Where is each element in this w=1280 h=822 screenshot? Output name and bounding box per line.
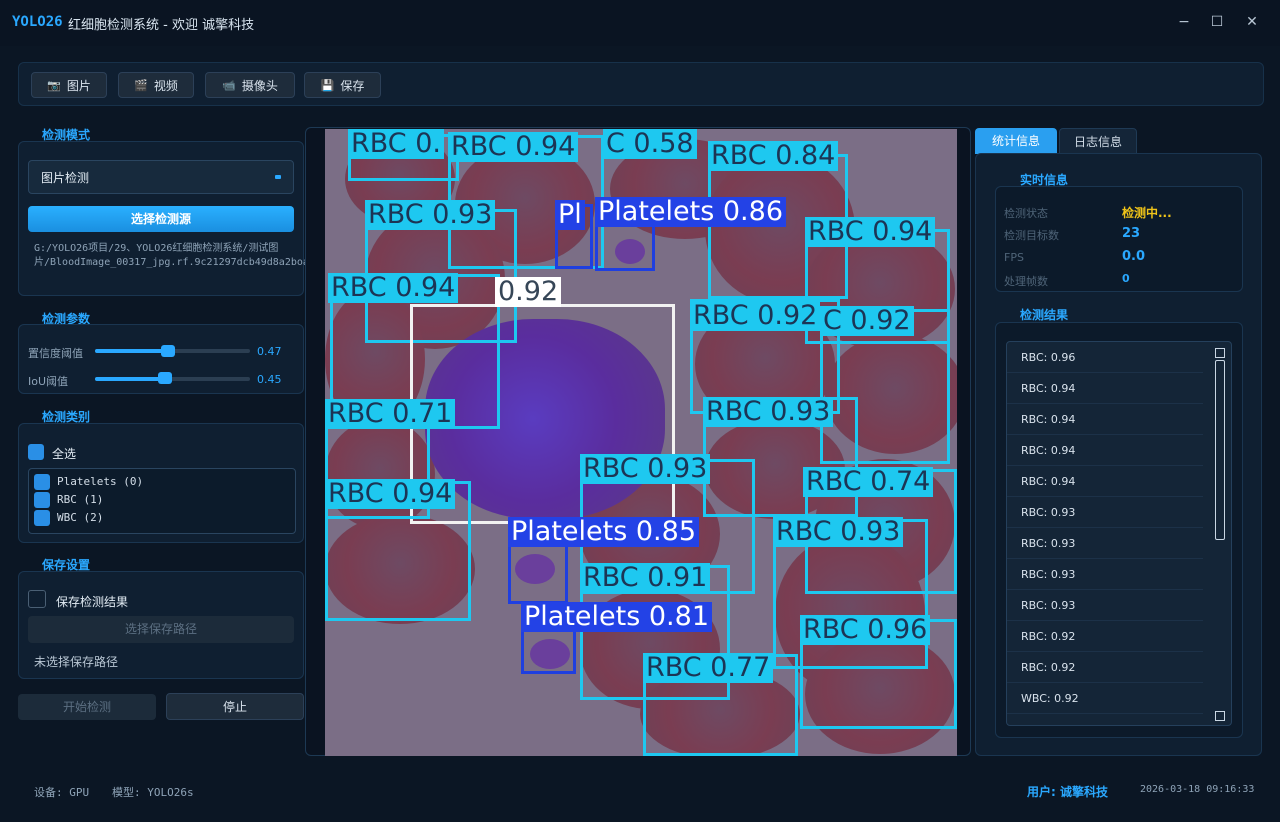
class-label-platelets: Platelets (0) [57, 475, 144, 488]
select-all-label: 全选 [52, 447, 77, 461]
detection-label: RBC 0.94 [805, 217, 936, 247]
window-title: 红细胞检测系统 - 欢迎 诚擎科技 [68, 18, 255, 33]
start-detect-button[interactable]: 开始检测 [18, 694, 156, 720]
detection-label: RBC 0.92 [690, 301, 821, 331]
list-item[interactable]: RBC: 0.94 [1007, 466, 1203, 497]
iou-value: 0.45 [257, 373, 282, 386]
class-checkbox-platelets[interactable] [34, 474, 50, 490]
film-icon: 🎬 [134, 78, 148, 92]
detection-label: RBC 0.71 [325, 399, 456, 429]
save-path-status: 未选择保存路径 [34, 655, 119, 669]
conf-slider-fill [95, 349, 168, 353]
detection-label: RBC 0.93 [773, 517, 904, 547]
user-info: 用户: 诚擎科技 [1027, 785, 1108, 799]
video-button-label: 视频 [153, 78, 178, 93]
results-title: 检测结果 [1020, 308, 1069, 322]
iou-slider-handle[interactable] [158, 372, 172, 384]
detection-label: 0.92 [495, 277, 562, 307]
detection-image: RBC 0. RBC 0.94 C 0.58 RBC 0.84 RBC 0.93… [325, 129, 957, 756]
list-item[interactable]: RBC: 0.94 [1007, 373, 1203, 404]
detect-mode-value: 图片检测 [41, 170, 90, 185]
detect-mode-select[interactable]: 图片检测 [28, 160, 294, 194]
class-label-wbc: WBC (2) [57, 511, 104, 524]
camera-button-label: 摄像头 [241, 78, 278, 93]
app-brand: YOLO26 [12, 14, 63, 30]
stop-button[interactable]: 停止 [166, 693, 304, 720]
detection-label: RBC 0.74 [803, 467, 934, 497]
detection-label: RBC 0.94 [328, 273, 459, 303]
choose-save-path-button[interactable]: 选择保存路径 [28, 616, 294, 643]
list-item[interactable]: RBC: 0.93 [1007, 590, 1203, 621]
detection-label: RBC 0.96 [800, 615, 931, 645]
class-label-rbc: RBC (1) [57, 493, 104, 506]
image-button[interactable]: 📷 图片 [31, 72, 107, 98]
detection-label: C 0.92 [820, 306, 914, 336]
save-results-checkbox[interactable] [28, 590, 46, 608]
detection-label: RBC 0.94 [448, 132, 579, 162]
conf-value: 0.47 [257, 345, 282, 358]
tab-stats[interactable]: 统计信息 [975, 128, 1057, 154]
list-item[interactable]: RBC: 0.93 [1007, 559, 1203, 590]
image-button-label: 图片 [66, 78, 91, 93]
detection-label: Pl [555, 200, 585, 230]
detection-label: C 0.58 [603, 129, 697, 159]
model-info: 模型: YOLO26s [112, 786, 194, 799]
detection-label: RBC 0.93 [580, 454, 711, 484]
detection-label: RBC 0.93 [703, 397, 834, 427]
datetime: 2026-03-18 09:16:33 [1140, 784, 1255, 795]
list-item[interactable]: WBC: 0.92 [1007, 683, 1203, 714]
close-button[interactable]: ✕ [1240, 12, 1264, 32]
video-camera-icon: 📹 [222, 78, 236, 92]
count-value: 23 [1122, 226, 1141, 241]
detection-label: RBC 0.77 [643, 653, 774, 683]
source-path: G:/YOLO26项目/29、YOLO26红细胞检测系统/测试图片/BloodI… [34, 243, 412, 268]
floppy-icon: 💾 [320, 78, 335, 92]
status-label: 检测状态 [1004, 207, 1048, 220]
iou-slider-fill [95, 377, 165, 381]
detection-label: RBC 0.94 [325, 479, 456, 509]
conf-label: 置信度阈值 [28, 347, 83, 360]
save-results-label: 保存检测结果 [56, 595, 129, 609]
detection-label: RBC 0.93 [365, 200, 496, 230]
list-item[interactable]: RBC: 0.96 [1007, 342, 1203, 373]
fps-label: FPS [1004, 251, 1024, 264]
class-checkbox-rbc[interactable] [34, 492, 50, 508]
fps-value: 0.0 [1122, 249, 1146, 264]
list-item[interactable]: RBC: 0.94 [1007, 435, 1203, 466]
detection-label: RBC 0. [348, 129, 445, 159]
camera-button[interactable]: 📹 摄像头 [205, 72, 295, 98]
list-item[interactable]: RBC: 0.92 [1007, 652, 1203, 683]
scroll-down-button[interactable] [1215, 711, 1225, 721]
video-button[interactable]: 🎬 视频 [118, 72, 194, 98]
chevron-down-icon [275, 175, 281, 179]
minimize-button[interactable]: − [1172, 12, 1196, 32]
device-info: 设备: GPU [34, 786, 90, 799]
detection-label: Platelets 0.85 [508, 517, 699, 547]
save-button[interactable]: 💾 保存 [304, 72, 381, 98]
detection-label: Platelets 0.81 [521, 602, 712, 632]
camera-icon: 📷 [47, 78, 61, 92]
select-all-checkbox[interactable] [28, 444, 44, 460]
class-checkbox-wbc[interactable] [34, 510, 50, 526]
scrollbar-thumb[interactable] [1215, 360, 1225, 540]
frames-label: 处理帧数 [1004, 275, 1048, 288]
list-item[interactable]: RBC: 0.93 [1007, 528, 1203, 559]
status-value: 检测中... [1122, 206, 1172, 220]
iou-label: IoU阈值 [28, 375, 69, 388]
frames-value: 0 [1122, 272, 1130, 285]
save-button-label: 保存 [340, 78, 365, 93]
detection-label: RBC 0.84 [708, 141, 839, 171]
scroll-up-button[interactable] [1215, 348, 1225, 358]
detection-label: Platelets 0.86 [595, 197, 786, 227]
tab-log[interactable]: 日志信息 [1059, 128, 1137, 154]
list-item[interactable]: RBC: 0.92 [1007, 621, 1203, 652]
select-source-button[interactable]: 选择检测源 [28, 206, 294, 232]
list-item[interactable]: RBC: 0.93 [1007, 497, 1203, 528]
maximize-button[interactable]: ☐ [1205, 12, 1229, 32]
results-list[interactable]: RBC: 0.96 RBC: 0.94 RBC: 0.94 RBC: 0.94 … [1006, 341, 1232, 726]
conf-slider-handle[interactable] [161, 345, 175, 357]
list-item[interactable]: RBC: 0.94 [1007, 404, 1203, 435]
detection-label: RBC 0.91 [580, 563, 711, 593]
count-label: 检测目标数 [1004, 229, 1059, 242]
